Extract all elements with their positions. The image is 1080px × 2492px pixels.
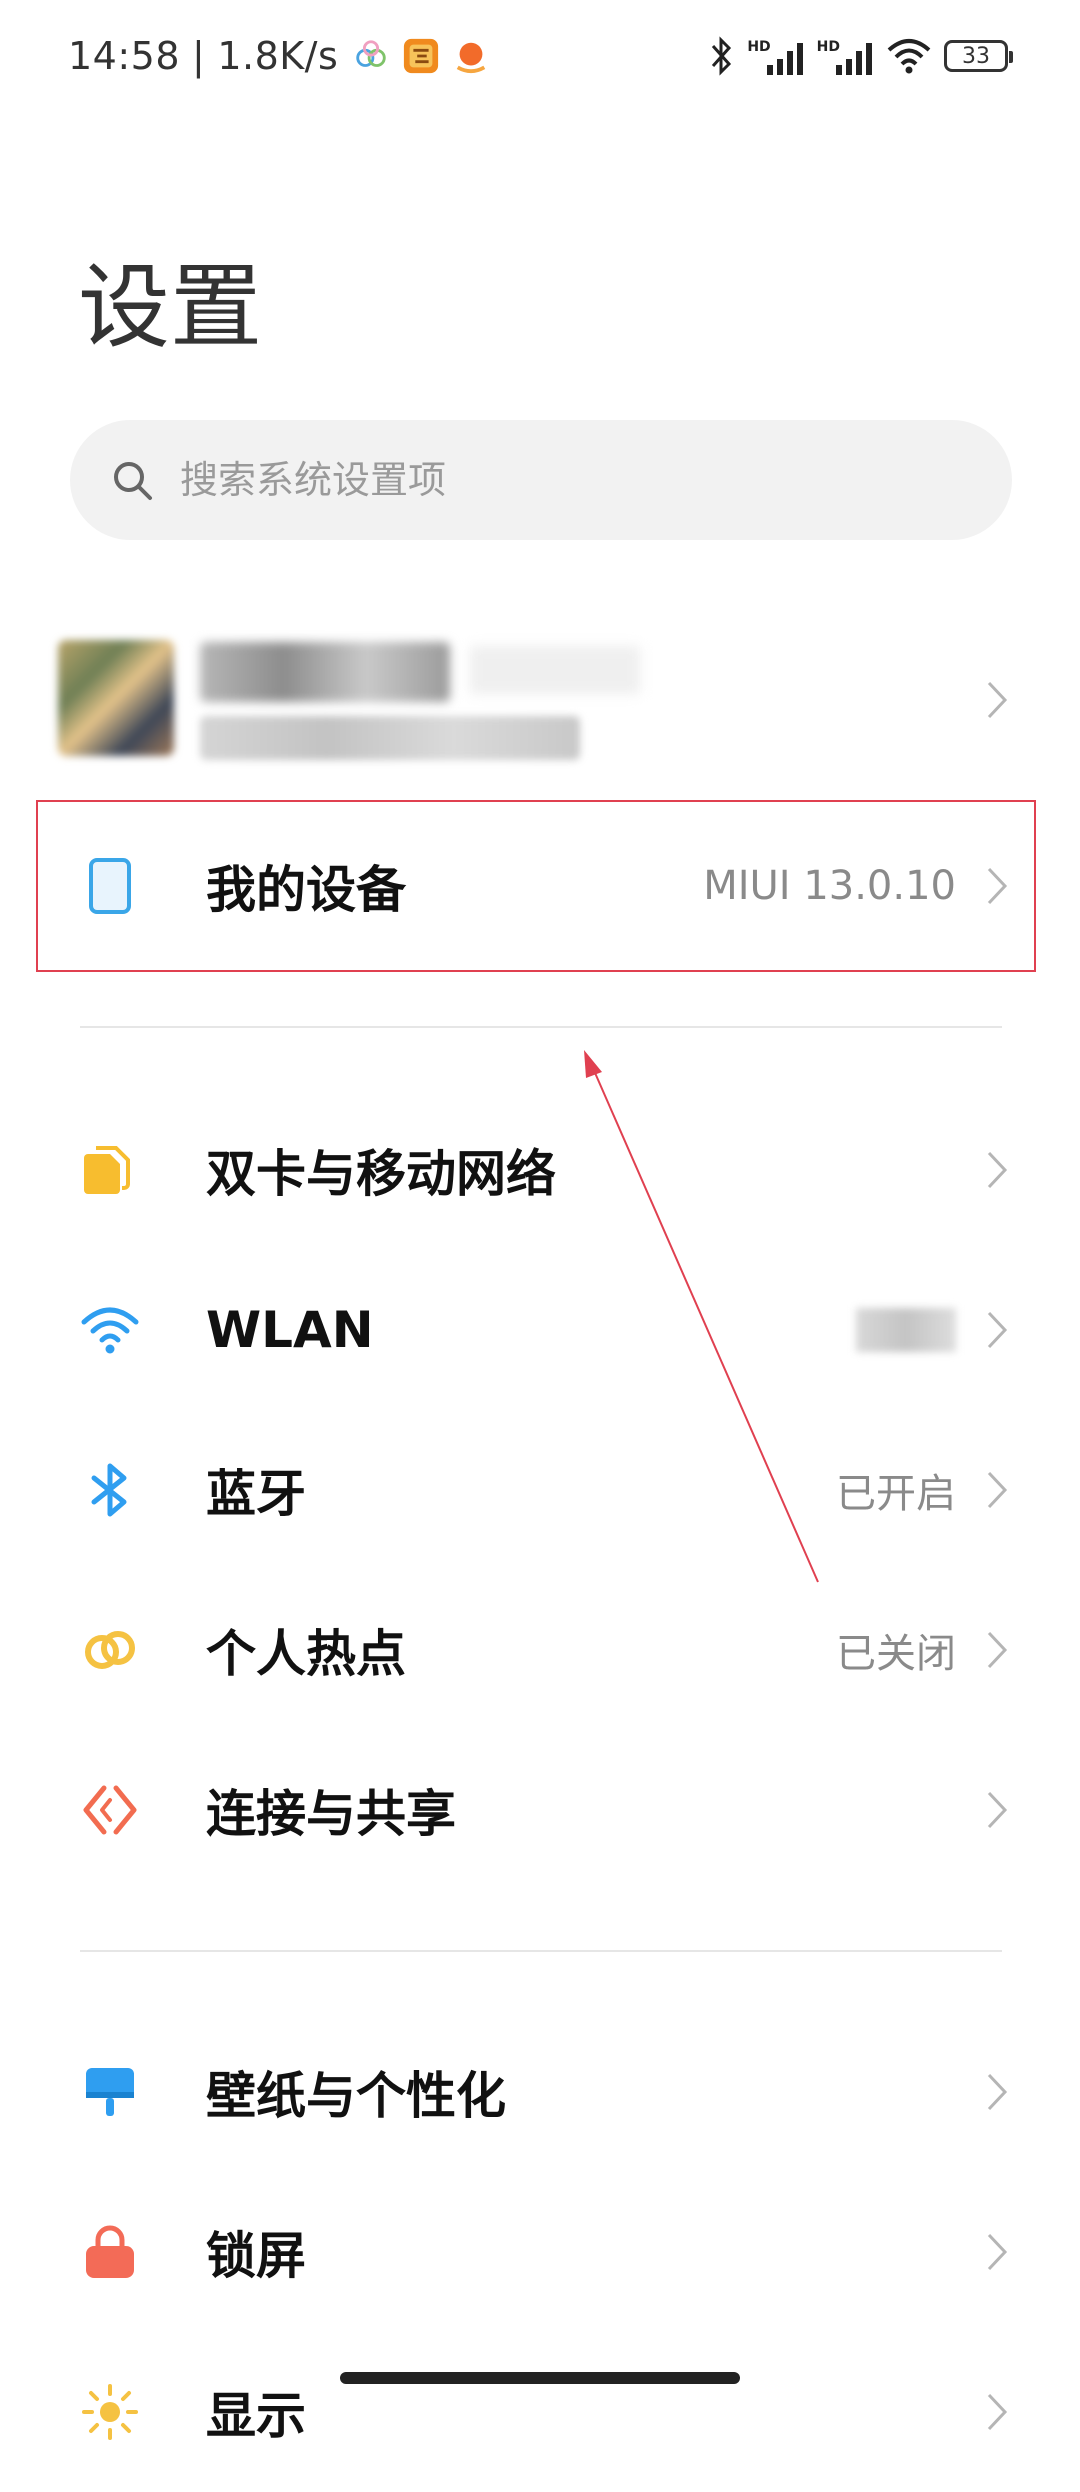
hotspot-icon bbox=[85, 1631, 135, 1669]
dual-sim-label: 双卡与移动网络 bbox=[206, 1145, 556, 1203]
chevron-right-icon bbox=[987, 1791, 1008, 1829]
status-left: 14:58 | 1.8K/s bbox=[68, 34, 490, 78]
status-time: 14:58 bbox=[68, 34, 181, 78]
search-bar[interactable] bbox=[70, 420, 1012, 540]
sun-display-icon bbox=[82, 2384, 138, 2440]
chevron-right-icon bbox=[987, 2073, 1008, 2111]
lock-screen-row[interactable]: 锁屏 bbox=[0, 2172, 1080, 2332]
wlan-network-name-blurred bbox=[856, 1308, 956, 1352]
divider bbox=[80, 1026, 1002, 1028]
dual-sim-mobile-network-row[interactable]: 双卡与移动网络 bbox=[0, 1090, 1080, 1250]
hd-label-1: HD bbox=[747, 39, 771, 55]
sim-card-icon bbox=[84, 1146, 130, 1194]
cloud-app-icon bbox=[356, 40, 387, 67]
hd-label-2: HD bbox=[816, 39, 840, 55]
bluetooth-label: 蓝牙 bbox=[206, 1465, 306, 1523]
connection-sharing-row[interactable]: 连接与共享 bbox=[0, 1730, 1080, 1890]
chevron-right-icon bbox=[987, 2393, 1008, 2431]
search-input[interactable] bbox=[178, 457, 882, 503]
connection-sharing-label: 连接与共享 bbox=[206, 1785, 456, 1843]
share-connection-icon bbox=[83, 1785, 137, 1835]
divider bbox=[80, 1950, 1002, 1952]
display-row[interactable]: 显示 bbox=[0, 2332, 1080, 2492]
account-row[interactable] bbox=[40, 620, 1040, 780]
wifi-status-icon bbox=[887, 39, 931, 74]
home-indicator[interactable] bbox=[340, 2372, 740, 2384]
signal-bars-icon bbox=[766, 43, 803, 75]
wifi-icon bbox=[81, 1307, 139, 1354]
bluetooth-status-icon bbox=[712, 36, 732, 76]
bluetooth-status-value: 已开启 bbox=[836, 1471, 956, 1517]
wlan-row[interactable]: WLAN bbox=[0, 1250, 1080, 1410]
avatar bbox=[58, 640, 174, 756]
bluetooth-row[interactable]: 蓝牙 已开启 bbox=[0, 1410, 1080, 1570]
chevron-right-icon bbox=[987, 1471, 1008, 1509]
page-title: 设置 bbox=[78, 254, 263, 361]
battery-indicator: 33 bbox=[944, 40, 1013, 72]
signal-bars-icon bbox=[836, 43, 872, 75]
chevron-right-icon bbox=[987, 681, 1008, 719]
wlan-label: WLAN bbox=[206, 1301, 374, 1359]
account-name-blurred bbox=[200, 642, 450, 702]
search-icon bbox=[114, 462, 152, 500]
personal-hotspot-row[interactable]: 个人热点 已关闭 bbox=[0, 1570, 1080, 1730]
display-label: 显示 bbox=[206, 2387, 306, 2445]
hotspot-label: 个人热点 bbox=[206, 1625, 406, 1683]
lock-icon bbox=[86, 2225, 134, 2278]
wallpaper-label: 壁纸与个性化 bbox=[206, 2067, 506, 2125]
annotation-highlight-box bbox=[36, 800, 1036, 972]
chevron-right-icon bbox=[987, 1631, 1008, 1669]
account-subtitle-blurred bbox=[200, 716, 580, 760]
wallpaper-personalization-row[interactable]: 壁纸与个性化 bbox=[0, 2012, 1080, 2172]
signal-2: HD bbox=[817, 37, 874, 75]
chevron-right-icon bbox=[987, 1151, 1008, 1189]
bluetooth-icon bbox=[91, 1463, 127, 1517]
chevron-right-icon bbox=[987, 2233, 1008, 2271]
notification-icons bbox=[352, 37, 490, 75]
taobao-app-icon bbox=[404, 38, 439, 74]
signal-1: HD bbox=[747, 37, 804, 75]
lock-screen-label: 锁屏 bbox=[206, 2227, 306, 2285]
network-speed: 1.8K/s bbox=[217, 34, 339, 78]
chevron-right-icon bbox=[987, 1311, 1008, 1349]
status-right: HD HD 33 bbox=[709, 36, 1013, 76]
status-bar: 14:58 | 1.8K/s HD HD 33 bbox=[0, 0, 1080, 120]
hotspot-status-value: 已关闭 bbox=[836, 1631, 956, 1677]
account-name-extra-blurred bbox=[470, 646, 640, 694]
orange-app-icon bbox=[457, 42, 486, 74]
status-separator: | bbox=[192, 34, 206, 78]
wallpaper-brush-icon bbox=[86, 2068, 134, 2116]
